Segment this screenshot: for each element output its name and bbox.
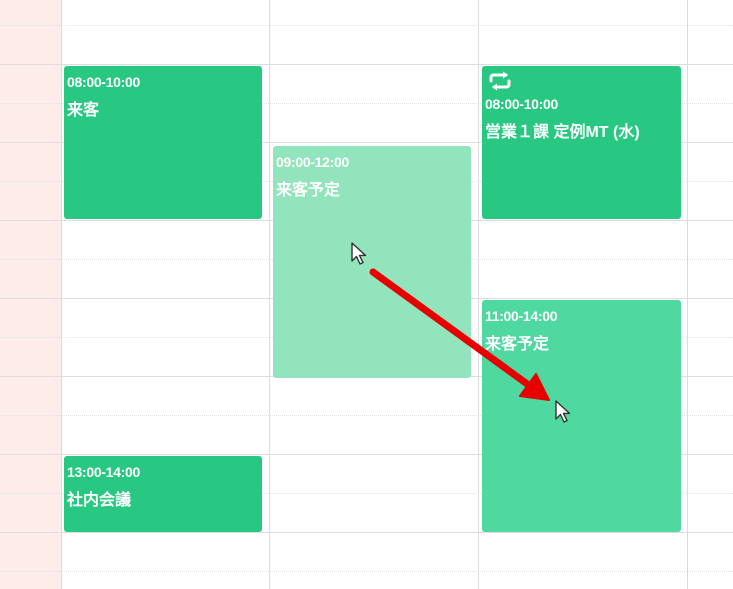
calendar-event[interactable]: 08:00-10:00 来客 xyxy=(64,66,262,219)
day-column-divider xyxy=(61,0,62,589)
event-title: 来客予定 xyxy=(485,336,550,353)
event-time: 13:00-14:00 xyxy=(67,464,140,480)
event-time: 11:00-14:00 xyxy=(485,308,558,324)
calendar-event-drag-source[interactable]: 09:00-12:00 来客予定 xyxy=(273,146,471,378)
calendar-event-recurring[interactable]: 08:00-10:00 営業１課 定例MT (水) xyxy=(482,66,681,219)
event-time: 08:00-10:00 xyxy=(67,74,140,90)
event-title: 社内会議 xyxy=(67,492,132,509)
grid-line-hour xyxy=(0,64,733,65)
calendar-event[interactable]: 13:00-14:00 社内会議 xyxy=(64,456,262,532)
event-time: 08:00-10:00 xyxy=(485,96,558,112)
event-title: 営業１課 定例MT (水) xyxy=(485,124,640,141)
repeat-icon xyxy=(489,71,511,91)
event-title: 来客予定 xyxy=(276,182,341,199)
grid-line-half-hour xyxy=(0,25,733,26)
grid-line-half-hour xyxy=(0,571,733,572)
event-title: 来客 xyxy=(67,102,100,119)
time-gutter xyxy=(0,0,61,589)
week-calendar-grid[interactable]: 08:00-10:00 来客 09:00-12:00 来客予定 08:00-10… xyxy=(0,0,733,589)
day-column-divider xyxy=(269,0,270,589)
day-column-divider xyxy=(478,0,479,589)
day-column-divider xyxy=(687,0,688,589)
grid-line-hour xyxy=(0,532,733,533)
calendar-event-drop-preview[interactable]: 11:00-14:00 来客予定 xyxy=(482,300,681,532)
event-time: 09:00-12:00 xyxy=(276,154,349,170)
